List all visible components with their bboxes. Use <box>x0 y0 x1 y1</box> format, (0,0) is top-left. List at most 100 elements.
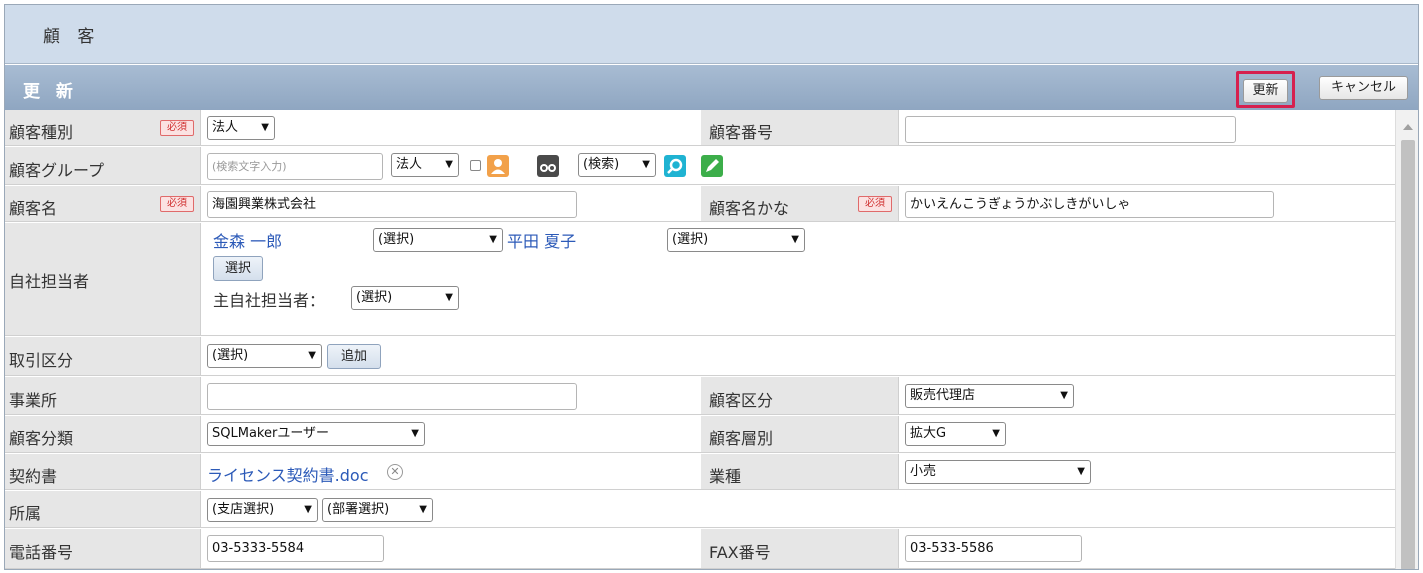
scrollbar-thumb[interactable] <box>1401 140 1415 569</box>
customer-category-select[interactable]: 販売代理店 ▼ <box>905 384 1074 408</box>
customer-name-label: 顧客名 <box>9 199 58 218</box>
group-search-input[interactable]: (検索文字入力) <box>207 153 383 180</box>
row-office: 事業所 顧客区分 販売代理店 ▼ <box>5 377 1395 415</box>
staff1-select-value: (選択) <box>378 232 415 247</box>
row-transaction: 取引区分 (選択) ▼ 追加 <box>5 337 1395 376</box>
customer-type-select[interactable]: 法人 ▼ <box>207 116 275 140</box>
branch-select[interactable]: (支店選択) ▼ <box>207 498 318 522</box>
staff2-select[interactable]: (選択) ▼ <box>667 228 805 252</box>
staff-select-button[interactable]: 選択 <box>213 256 263 281</box>
dropdown-arrow-icon: ▼ <box>992 428 1000 439</box>
group-type-select-value: 法人 <box>396 157 423 172</box>
dropdown-arrow-icon: ▼ <box>445 159 453 170</box>
affiliation-label: 所属 <box>9 504 42 523</box>
customer-class-select-value: SQLMakerユーザー <box>212 426 330 441</box>
binoculars-icon[interactable] <box>537 155 559 177</box>
customer-tier-select[interactable]: 拡大G ▼ <box>905 422 1006 446</box>
affiliation-label-cell: 所属 <box>5 491 201 527</box>
row-customer-name: 顧客名 必須 海園興業株式会社 顧客名かな 必須 かいえんこうぎょうかぶしきがい… <box>5 186 1395 222</box>
dropdown-arrow-icon: ▼ <box>261 122 269 133</box>
section-title: 更 新 <box>23 82 78 102</box>
row-staff: 自社担当者 金森 一郎 (選択) ▼ 平田 夏子 (選択) ▼ 選択 主自社担当者：… <box>5 223 1395 336</box>
form-grid: 顧客種別 必須 法人 ▼ 顧客番号 顧客グループ (検索文字入力) 法人 ▼ (… <box>5 110 1395 569</box>
customer-tier-label-cell: 顧客層別 <box>701 416 899 452</box>
industry-label: 業種 <box>709 467 742 486</box>
fax-label-cell: FAX番号 <box>701 529 899 568</box>
group-search-select-value: (検索) <box>583 157 620 172</box>
transaction-label-cell: 取引区分 <box>5 337 201 375</box>
dropdown-arrow-icon: ▼ <box>489 234 497 245</box>
fax-input[interactable]: 03-533-5586 <box>905 535 1082 562</box>
customer-name-label-cell: 顧客名 必須 <box>5 186 201 221</box>
staff1-link[interactable]: 金森 一郎 <box>213 228 282 252</box>
main-staff-select-value: (選択) <box>356 290 393 305</box>
edit-pencil-icon[interactable] <box>701 155 723 177</box>
customer-number-input[interactable] <box>905 116 1236 143</box>
remove-file-icon[interactable]: ✕ <box>387 464 403 480</box>
dropdown-arrow-icon: ▼ <box>304 504 312 515</box>
industry-label-cell: 業種 <box>701 454 899 489</box>
phone-value-cell: 03-5333-5584 <box>201 529 701 568</box>
fax-label: FAX番号 <box>709 543 771 562</box>
transaction-add-button[interactable]: 追加 <box>327 344 381 369</box>
contract-label-cell: 契約書 <box>5 454 201 489</box>
staff-value-cell: 金森 一郎 (選択) ▼ 平田 夏子 (選択) ▼ 選択 主自社担当者： (選択) ▼ <box>201 223 1395 335</box>
staff2-link[interactable]: 平田 夏子 <box>507 228 576 252</box>
office-value-cell <box>201 377 701 414</box>
office-input[interactable] <box>207 383 577 410</box>
customer-type-select-value: 法人 <box>212 120 239 135</box>
staff1-select[interactable]: (選択) ▼ <box>373 228 503 252</box>
customer-group-value-cell: (検索文字入力) 法人 ▼ (検索) ▼ <box>201 147 1395 184</box>
search-icon[interactable] <box>664 155 686 177</box>
vertical-scrollbar[interactable] <box>1395 110 1418 569</box>
person-icon[interactable] <box>487 155 509 177</box>
cancel-button[interactable]: キャンセル <box>1319 76 1408 100</box>
section-header: 更 新 更新 キャンセル <box>5 65 1418 110</box>
department-select-value: (部署選択) <box>327 502 390 517</box>
title-bar: 顧 客 <box>5 5 1418 64</box>
customer-name-input[interactable]: 海園興業株式会社 <box>207 191 577 218</box>
industry-value-cell: 小売 ▼ <box>899 454 1395 489</box>
contract-file-link[interactable]: ライセンス契約書.doc <box>207 462 369 486</box>
group-type-select[interactable]: 法人 ▼ <box>391 153 459 177</box>
customer-name-value-cell: 海園興業株式会社 <box>201 186 701 221</box>
group-search-select[interactable]: (検索) ▼ <box>578 153 656 177</box>
customer-tier-value-cell: 拡大G ▼ <box>899 416 1395 452</box>
required-badge: 必須 <box>160 120 194 136</box>
customer-category-value-cell: 販売代理店 ▼ <box>899 377 1395 414</box>
phone-label-cell: 電話番号 <box>5 529 201 568</box>
main-staff-select[interactable]: (選択) ▼ <box>351 286 459 310</box>
contract-value-cell: ライセンス契約書.doc ✕ <box>201 454 701 489</box>
industry-select-value: 小売 <box>910 464 937 479</box>
customer-tier-label: 顧客層別 <box>709 429 774 448</box>
group-checkbox[interactable] <box>470 160 481 171</box>
staff2-select-value: (選択) <box>672 232 709 247</box>
transaction-select[interactable]: (選択) ▼ <box>207 344 322 368</box>
customer-kana-input[interactable]: かいえんこうぎょうかぶしきがいしゃ <box>905 191 1274 218</box>
branch-select-value: (支店選択) <box>212 502 275 517</box>
staff-label: 自社担当者 <box>9 272 90 291</box>
customer-tier-select-value: 拡大G <box>910 426 947 441</box>
dropdown-arrow-icon: ▼ <box>411 428 419 439</box>
customer-category-label-cell: 顧客区分 <box>701 377 899 414</box>
customer-number-label: 顧客番号 <box>709 123 774 142</box>
row-phone: 電話番号 03-5333-5584 FAX番号 03-533-5586 <box>5 529 1395 569</box>
scroll-up-arrow-icon[interactable] <box>1403 124 1413 130</box>
customer-type-label-cell: 顧客種別 必須 <box>5 110 201 145</box>
customer-class-select[interactable]: SQLMakerユーザー ▼ <box>207 422 425 446</box>
dropdown-arrow-icon: ▼ <box>791 234 799 245</box>
dropdown-arrow-icon: ▼ <box>445 292 453 303</box>
customer-number-label-cell: 顧客番号 <box>701 110 899 145</box>
fax-value-cell: 03-533-5586 <box>899 529 1395 568</box>
customer-kana-label: 顧客名かな <box>709 199 790 218</box>
office-label-cell: 事業所 <box>5 377 201 414</box>
industry-select[interactable]: 小売 ▼ <box>905 460 1091 484</box>
department-select[interactable]: (部署選択) ▼ <box>322 498 433 522</box>
customer-number-value-cell <box>899 110 1395 145</box>
customer-type-value-cell: 法人 ▼ <box>201 110 701 145</box>
phone-input[interactable]: 03-5333-5584 <box>207 535 384 562</box>
customer-category-select-value: 販売代理店 <box>910 388 976 403</box>
update-button[interactable]: 更新 <box>1243 79 1288 103</box>
customer-class-value-cell: SQLMakerユーザー ▼ <box>201 416 701 452</box>
office-label: 事業所 <box>9 391 58 410</box>
